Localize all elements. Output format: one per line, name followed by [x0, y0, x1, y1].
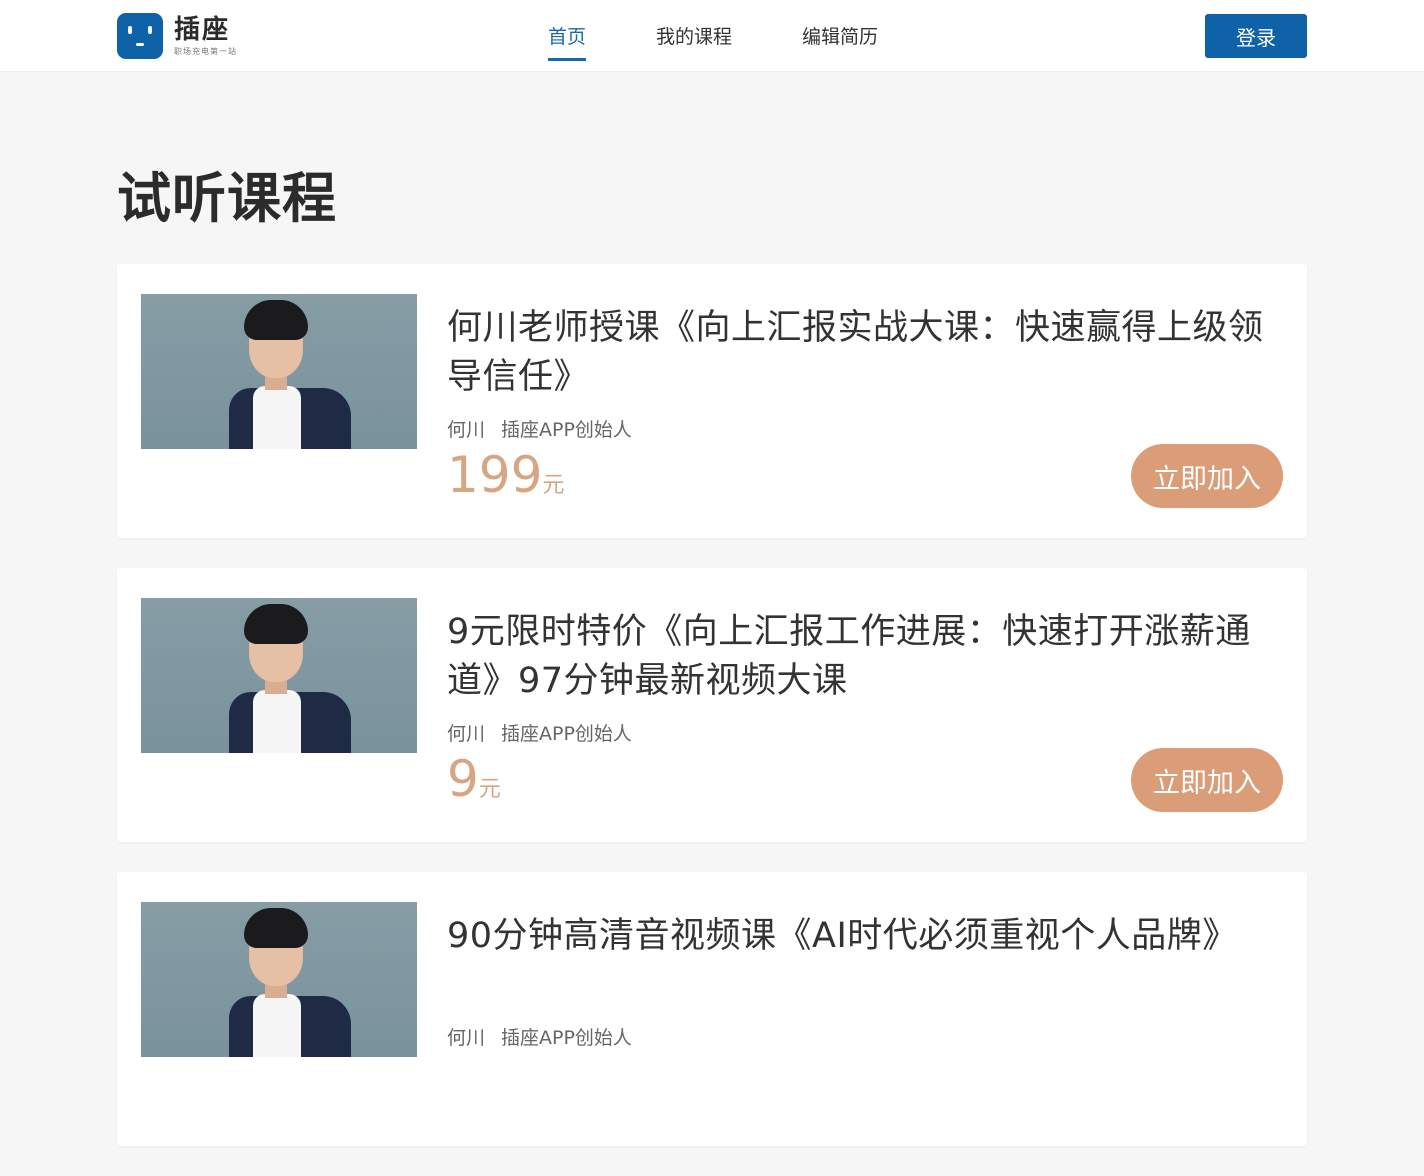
course-info: 何川老师授课《向上汇报实战大课：快速赢得上级领导信任》 何川 插座APP创始人	[447, 304, 1287, 443]
author-role: 插座APP创始人	[501, 419, 632, 441]
author-role: 插座APP创始人	[501, 1027, 632, 1049]
course-thumbnail[interactable]	[141, 294, 417, 449]
price-unit: 元	[542, 473, 565, 498]
top-bar: 插座 职场充电第一站 首页 我的课程 编辑简历 登录	[0, 0, 1424, 72]
price-value: 9	[447, 750, 479, 808]
logo-text: 插座 职场充电第一站	[174, 15, 237, 58]
course-price: 9元	[447, 751, 501, 807]
course-title[interactable]: 9元限时特价《向上汇报工作进展：快速打开涨薪通道》97分钟最新视频大课	[447, 608, 1287, 706]
logo-slogan: 职场充电第一站	[174, 46, 237, 56]
course-card[interactable]: 9元限时特价《向上汇报工作进展：快速打开涨薪通道》97分钟最新视频大课 何川 插座…	[117, 568, 1307, 842]
nav-home[interactable]: 首页	[548, 0, 587, 72]
price-value: 199	[447, 446, 543, 504]
author-role: 插座APP创始人	[501, 723, 632, 745]
course-thumbnail[interactable]	[141, 598, 417, 753]
author-name: 何川	[447, 723, 486, 745]
section-title: 试听课程	[117, 167, 337, 230]
course-author: 何川 插座APP创始人	[447, 721, 1287, 747]
course-list: 何川老师授课《向上汇报实战大课：快速赢得上级领导信任》 何川 插座APP创始人 1…	[117, 264, 1307, 1176]
course-price: 199元	[447, 447, 564, 503]
site-logo[interactable]: 插座 职场充电第一站	[117, 13, 237, 59]
course-thumbnail[interactable]	[141, 902, 417, 1057]
nav-my-courses[interactable]: 我的课程	[656, 0, 732, 72]
nav-edit-resume[interactable]: 编辑简历	[802, 0, 878, 72]
course-title[interactable]: 90分钟高清音视频课《AI时代必须重视个人品牌》	[447, 912, 1287, 1010]
login-button[interactable]: 登录	[1205, 14, 1307, 58]
main-nav: 首页 我的课程 编辑简历	[548, 0, 878, 72]
author-name: 何川	[447, 1027, 486, 1049]
author-name: 何川	[447, 419, 486, 441]
course-author: 何川 插座APP创始人	[447, 417, 1287, 443]
price-unit: 元	[478, 777, 501, 802]
socket-logo-icon	[117, 13, 163, 59]
join-now-button[interactable]: 立即加入	[1131, 444, 1283, 508]
logo-name: 插座	[174, 14, 231, 45]
join-now-button[interactable]: 立即加入	[1131, 748, 1283, 812]
course-card[interactable]: 90分钟高清音视频课《AI时代必须重视个人品牌》 何川 插座APP创始人	[117, 872, 1307, 1146]
course-info: 9元限时特价《向上汇报工作进展：快速打开涨薪通道》97分钟最新视频大课 何川 插座…	[447, 608, 1287, 747]
course-title[interactable]: 何川老师授课《向上汇报实战大课：快速赢得上级领导信任》	[447, 304, 1287, 402]
course-card[interactable]: 何川老师授课《向上汇报实战大课：快速赢得上级领导信任》 何川 插座APP创始人 1…	[117, 264, 1307, 538]
course-author: 何川 插座APP创始人	[447, 1025, 1287, 1051]
